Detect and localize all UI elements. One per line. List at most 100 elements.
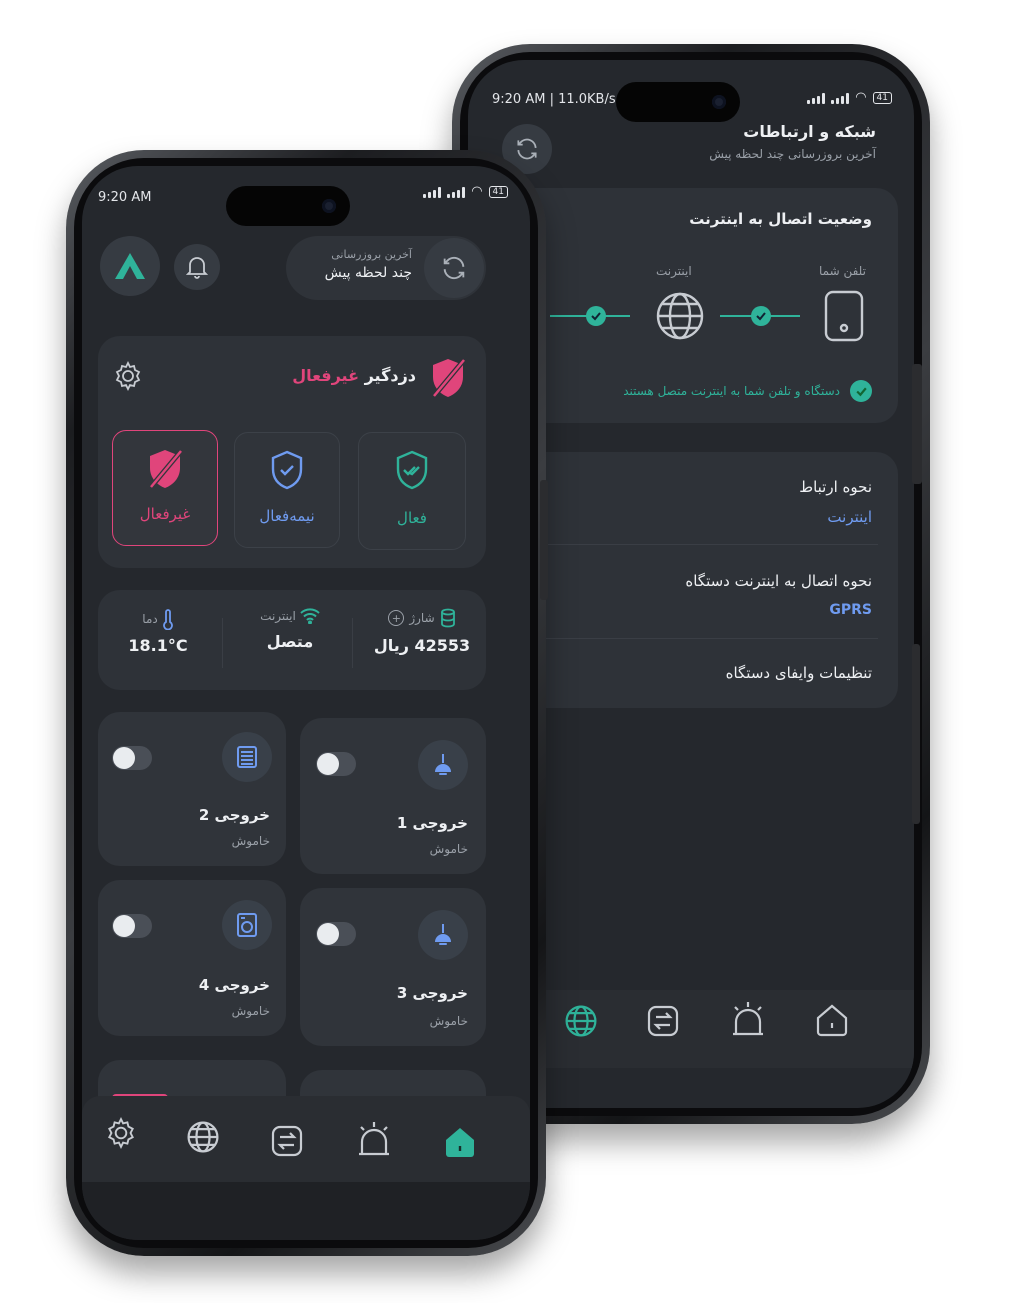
alarm-off-icon xyxy=(428,356,468,400)
setting-value: GPRS xyxy=(829,602,872,618)
nav-transfer-button[interactable] xyxy=(270,1124,304,1158)
nav-network-button[interactable] xyxy=(186,1120,220,1154)
alarm-icon xyxy=(359,1122,389,1156)
home-icon xyxy=(816,1004,848,1037)
output-tile-4[interactable]: خروجی 4 خاموش xyxy=(98,880,286,1036)
mode-half-button[interactable]: نیمه‌فعال xyxy=(234,432,340,548)
front-phone-frame: 9:20 AM ◠ 41 آخرین بروزرسانی چند لحظه پی… xyxy=(66,150,548,1256)
page-title: شبکه و ارتباطات xyxy=(743,122,876,141)
output-icon-circle xyxy=(418,910,468,960)
mode-label: غیرفعال xyxy=(139,505,191,523)
battery-icon: 41 xyxy=(872,91,892,104)
nav-home-button[interactable] xyxy=(442,1124,478,1160)
add-charge-icon[interactable]: + xyxy=(388,610,405,626)
output-name: خروجی 2 xyxy=(198,806,270,824)
transfer-icon xyxy=(647,1005,679,1037)
update-label: آخرین بروزرسانی xyxy=(331,248,412,261)
stat-label: اینترنت xyxy=(260,609,296,623)
coins-icon xyxy=(440,608,455,628)
thermometer-icon xyxy=(162,609,173,630)
output-toggle[interactable] xyxy=(112,914,152,938)
bell-icon xyxy=(186,257,208,279)
charge-stat: + شارژ 42553 ریال xyxy=(364,608,480,655)
alarm-card: دزدگیر غیرفعال غیرفعال نیمه‌فعال xyxy=(98,336,486,568)
output-state: خاموش xyxy=(429,1014,468,1028)
wifi-icon: ◠ xyxy=(855,90,867,105)
shield-double-check-icon xyxy=(394,449,430,491)
nav-alarm-button[interactable] xyxy=(730,1000,766,1038)
wifi-icon xyxy=(300,608,320,624)
output-toggle[interactable] xyxy=(316,922,356,946)
output-state: خاموش xyxy=(429,842,468,856)
home-icon xyxy=(446,1128,474,1157)
refresh-icon xyxy=(517,138,537,160)
nav-network-button[interactable] xyxy=(564,1004,598,1038)
mode-label: فعال xyxy=(397,509,427,527)
setting-label: نحوه اتصال به اینترنت دستگاه xyxy=(685,572,872,590)
setting-label: تنظیمات وایفای دستگاه xyxy=(725,664,872,682)
page-subtitle: آخرین بروزرسانی چند لحظه پیش xyxy=(709,147,876,161)
lamp-icon xyxy=(435,924,451,945)
stat-value: متصل xyxy=(266,632,314,651)
refresh-button[interactable] xyxy=(424,238,484,298)
internet-stat: اینترنت متصل xyxy=(240,608,340,651)
output-toggle[interactable] xyxy=(112,746,152,770)
alarm-icon xyxy=(733,1002,763,1036)
alarm-settings-button[interactable] xyxy=(112,360,144,392)
output-state: خاموش xyxy=(231,1004,270,1018)
alarm-title: دزدگیر xyxy=(364,366,416,385)
stat-value: 18.1°C xyxy=(128,636,188,655)
globe-icon xyxy=(187,1121,219,1153)
nav-alarm-button[interactable] xyxy=(356,1120,392,1158)
signal-4g-icon xyxy=(831,92,850,104)
output-toggle[interactable] xyxy=(316,752,356,776)
output-name: خروجی 3 xyxy=(396,984,468,1002)
status-time: 9:20 AM xyxy=(98,190,152,205)
stat-value: 42553 ریال xyxy=(373,636,471,655)
gear-icon xyxy=(108,1117,134,1149)
setting-value: اینترنت xyxy=(827,508,872,526)
gear-icon xyxy=(115,360,141,392)
output-tile-2[interactable]: خروجی 2 خاموش xyxy=(98,712,286,866)
mode-off-button[interactable]: غیرفعال xyxy=(112,430,218,546)
front-phone-screen: 9:20 AM ◠ 41 آخرین بروزرسانی چند لحظه پی… xyxy=(82,166,530,1240)
connection-card-title: وضعیت اتصال به اینترنت xyxy=(689,210,872,228)
mode-on-button[interactable]: فعال xyxy=(358,432,466,550)
nav-transfer-button[interactable] xyxy=(646,1004,680,1038)
washing-machine-icon xyxy=(237,913,257,937)
wifi-icon: ◠ xyxy=(471,184,483,199)
connection-status-message: دستگاه و تلفن شما به اینترنت متصل هستند xyxy=(623,384,840,398)
battery-icon: 41 xyxy=(488,185,508,198)
heater-icon xyxy=(237,746,257,768)
output-icon-circle xyxy=(222,900,272,950)
shield-off-icon xyxy=(145,447,185,491)
stat-label: شارژ xyxy=(409,611,435,625)
logo-icon xyxy=(115,253,145,279)
signal-icon xyxy=(423,186,442,198)
output-name: خروجی 4 xyxy=(198,976,270,994)
transfer-icon xyxy=(271,1125,303,1157)
nav-settings-button[interactable] xyxy=(104,1116,138,1150)
success-check-icon xyxy=(850,380,872,402)
mode-label: نیمه‌فعال xyxy=(259,507,315,525)
output-tile-1[interactable]: خروجی 1 خاموش xyxy=(300,718,486,874)
stat-label: دما xyxy=(142,612,158,626)
refresh-icon xyxy=(443,256,465,280)
lamp-icon xyxy=(435,754,451,775)
internet-label: اینترنت xyxy=(656,264,692,278)
signal-icon xyxy=(807,92,826,104)
stats-card: دما 18.1°C اینترنت متصل + شارژ 42553 ریا… xyxy=(98,590,486,690)
internet-globe-icon xyxy=(654,290,706,342)
alarm-state: غیرفعال xyxy=(292,366,359,385)
globe-icon xyxy=(565,1005,597,1037)
output-icon-circle xyxy=(418,740,468,790)
nav-home-button[interactable] xyxy=(814,1002,850,1038)
output-tile-3[interactable]: خروجی 3 خاموش xyxy=(300,888,486,1046)
signal-4g-icon xyxy=(447,186,466,198)
phone-label: تلفن شما xyxy=(819,264,866,278)
phone-device-icon xyxy=(824,290,864,342)
status-time: 9:20 AM | 11.0KB/s xyxy=(492,92,616,107)
notifications-button[interactable] xyxy=(174,244,220,290)
update-value: چند لحظه پیش xyxy=(324,265,412,281)
app-logo xyxy=(100,236,160,296)
